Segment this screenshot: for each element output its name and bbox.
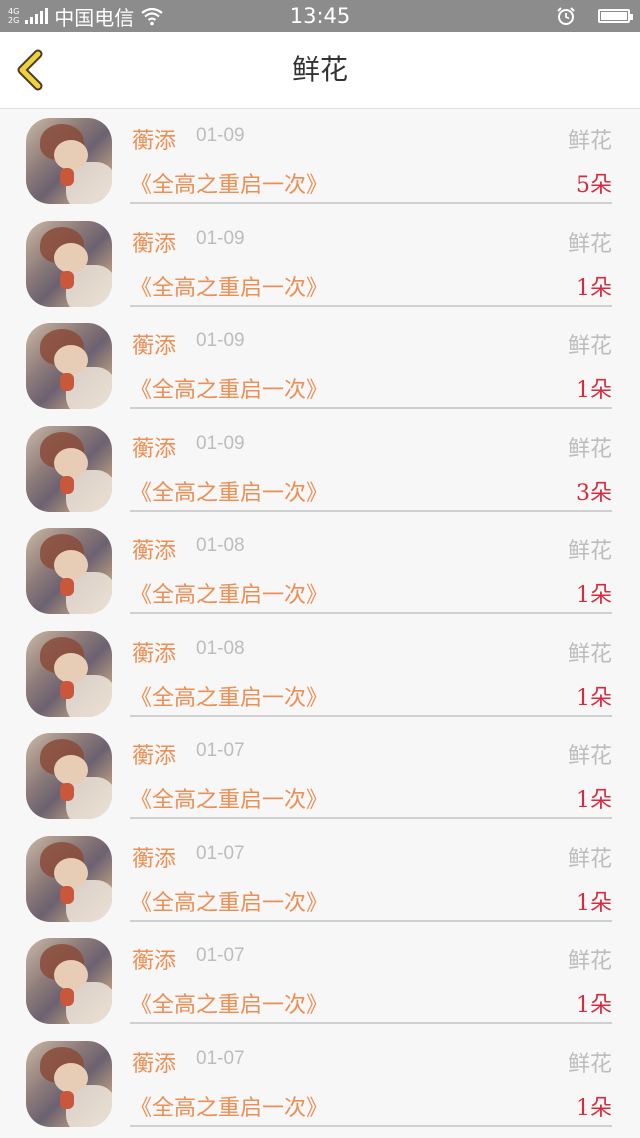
avatar[interactable]	[26, 118, 112, 204]
gift-date: 01-07	[196, 1047, 245, 1069]
page-title: 鲜花	[291, 53, 348, 86]
book-title[interactable]: 《全高之重启一次》	[130, 782, 328, 814]
gift-count: 1朵	[576, 583, 612, 608]
gift-list-item[interactable]: 蘅添 01-08 鲜花 《全高之重启一次》 1朵	[0, 622, 640, 725]
gift-list-item[interactable]: 蘅添 01-07 鲜花 《全高之重启一次》 1朵	[0, 724, 640, 827]
sender-name[interactable]: 蘅添	[132, 738, 176, 770]
gift-type: 鲜花	[567, 231, 612, 257]
status-bar: 4G 2G 中国电信 13:45	[0, 0, 640, 32]
book-title[interactable]: 《全高之重启一次》	[130, 270, 328, 302]
gift-row-content: 蘅添 01-08 鲜花 《全高之重启一次》 1朵	[130, 622, 612, 717]
gift-row-content: 蘅添 01-07 鲜花 《全高之重启一次》 1朵	[130, 1032, 612, 1127]
gift-row-content: 蘅添 01-09 鲜花 《全高之重启一次》 1朵	[130, 212, 612, 307]
book-title[interactable]: 《全高之重启一次》	[130, 372, 328, 404]
gift-list: 蘅添 01-09 鲜花 《全高之重启一次》 5朵 蘅添 01-09 鲜花 《全高…	[0, 109, 640, 1134]
gift-type: 鲜花	[567, 1051, 612, 1077]
gift-date: 01-09	[196, 125, 245, 146]
sender-name[interactable]: 蘅添	[132, 1046, 176, 1078]
avatar[interactable]	[26, 1040, 112, 1127]
book-title[interactable]: 《全高之重启一次》	[130, 1090, 328, 1122]
status-right	[556, 0, 633, 32]
gift-count: 1朵	[576, 685, 612, 711]
alarm-clock-icon	[557, 7, 575, 25]
book-title[interactable]: 《全高之重启一次》	[130, 167, 328, 199]
avatar[interactable]	[26, 528, 112, 614]
avatar[interactable]	[26, 733, 112, 819]
book-title[interactable]: 《全高之重启一次》	[130, 885, 328, 917]
avatar[interactable]	[26, 835, 112, 922]
gift-type: 鲜花	[567, 436, 612, 462]
avatar[interactable]	[26, 323, 112, 409]
gift-list-item[interactable]: 蘅添 01-08 鲜花 《全高之重启一次》 1朵	[0, 519, 640, 622]
gift-count: 1朵	[576, 993, 612, 1018]
gift-type: 鲜花	[567, 846, 612, 872]
gift-row-content: 蘅添 01-07 鲜花 《全高之重启一次》 1朵	[130, 929, 612, 1024]
gift-type: 鲜花	[567, 129, 612, 154]
sender-name[interactable]: 蘅添	[132, 841, 176, 873]
gift-list-item[interactable]: 蘅添 01-09 鲜花 《全高之重启一次》 1朵	[0, 212, 640, 315]
gift-type: 鲜花	[567, 641, 612, 667]
gift-count: 1朵	[576, 890, 612, 916]
gift-type: 鲜花	[567, 949, 612, 974]
gift-row-content: 蘅添 01-07 鲜花 《全高之重启一次》 1朵	[130, 827, 612, 922]
avatar[interactable]	[26, 630, 112, 717]
gift-count: 1朵	[576, 378, 612, 403]
gift-row-content: 蘅添 01-07 鲜花 《全高之重启一次》 1朵	[130, 724, 612, 819]
gift-row-content: 蘅添 01-09 鲜花 《全高之重启一次》 1朵	[130, 314, 612, 409]
book-title[interactable]: 《全高之重启一次》	[130, 680, 328, 712]
gift-count: 3朵	[576, 480, 612, 506]
status-time: 13:45	[289, 4, 351, 28]
gift-count: 1朵	[576, 1095, 612, 1121]
sender-name[interactable]: 蘅添	[132, 943, 176, 975]
gift-date: 01-08	[196, 637, 245, 659]
gift-date: 01-07	[196, 842, 245, 864]
gift-row-content: 蘅添 01-09 鲜花 《全高之重启一次》 5朵	[130, 109, 612, 204]
gift-list-item[interactable]: 蘅添 01-09 鲜花 《全高之重启一次》 5朵	[0, 109, 640, 212]
sender-name[interactable]: 蘅添	[132, 123, 176, 155]
battery-icon	[598, 9, 633, 23]
gift-row-content: 蘅添 01-08 鲜花 《全高之重启一次》 1朵	[130, 519, 612, 614]
sender-name[interactable]: 蘅添	[132, 636, 176, 668]
sender-name[interactable]: 蘅添	[132, 328, 176, 360]
gift-row-content: 蘅添 01-09 鲜花 《全高之重启一次》 3朵	[130, 417, 612, 512]
gift-date: 01-07	[196, 945, 245, 966]
gift-list-item[interactable]: 蘅添 01-07 鲜花 《全高之重启一次》 1朵	[0, 1032, 640, 1135]
sender-name[interactable]: 蘅添	[132, 431, 176, 463]
sender-name[interactable]: 蘅添	[132, 226, 176, 258]
gift-list-item[interactable]: 蘅添 01-09 鲜花 《全高之重启一次》 3朵	[0, 417, 640, 520]
gift-date: 01-07	[196, 740, 245, 761]
book-title[interactable]: 《全高之重启一次》	[130, 475, 328, 507]
gift-count: 5朵	[576, 173, 612, 198]
avatar[interactable]	[26, 938, 112, 1024]
gift-date: 01-09	[196, 432, 245, 454]
gift-type: 鲜花	[567, 539, 612, 564]
avatar[interactable]	[26, 220, 112, 307]
gift-type: 鲜花	[567, 744, 612, 769]
sender-name[interactable]: 蘅添	[132, 533, 176, 565]
gift-count: 1朵	[576, 275, 612, 301]
book-title[interactable]: 《全高之重启一次》	[130, 987, 328, 1019]
header: 鲜花	[0, 32, 640, 109]
gift-date: 01-09	[196, 227, 245, 249]
gift-list-item[interactable]: 蘅添 01-07 鲜花 《全高之重启一次》 1朵	[0, 929, 640, 1032]
book-title[interactable]: 《全高之重启一次》	[130, 577, 328, 609]
gift-count: 1朵	[576, 788, 612, 813]
gift-date: 01-08	[196, 535, 245, 556]
gift-list-item[interactable]: 蘅添 01-07 鲜花 《全高之重启一次》 1朵	[0, 827, 640, 930]
gift-list-item[interactable]: 蘅添 01-09 鲜花 《全高之重启一次》 1朵	[0, 314, 640, 417]
gift-date: 01-09	[196, 330, 245, 351]
avatar[interactable]	[26, 425, 112, 512]
gift-type: 鲜花	[567, 334, 612, 359]
